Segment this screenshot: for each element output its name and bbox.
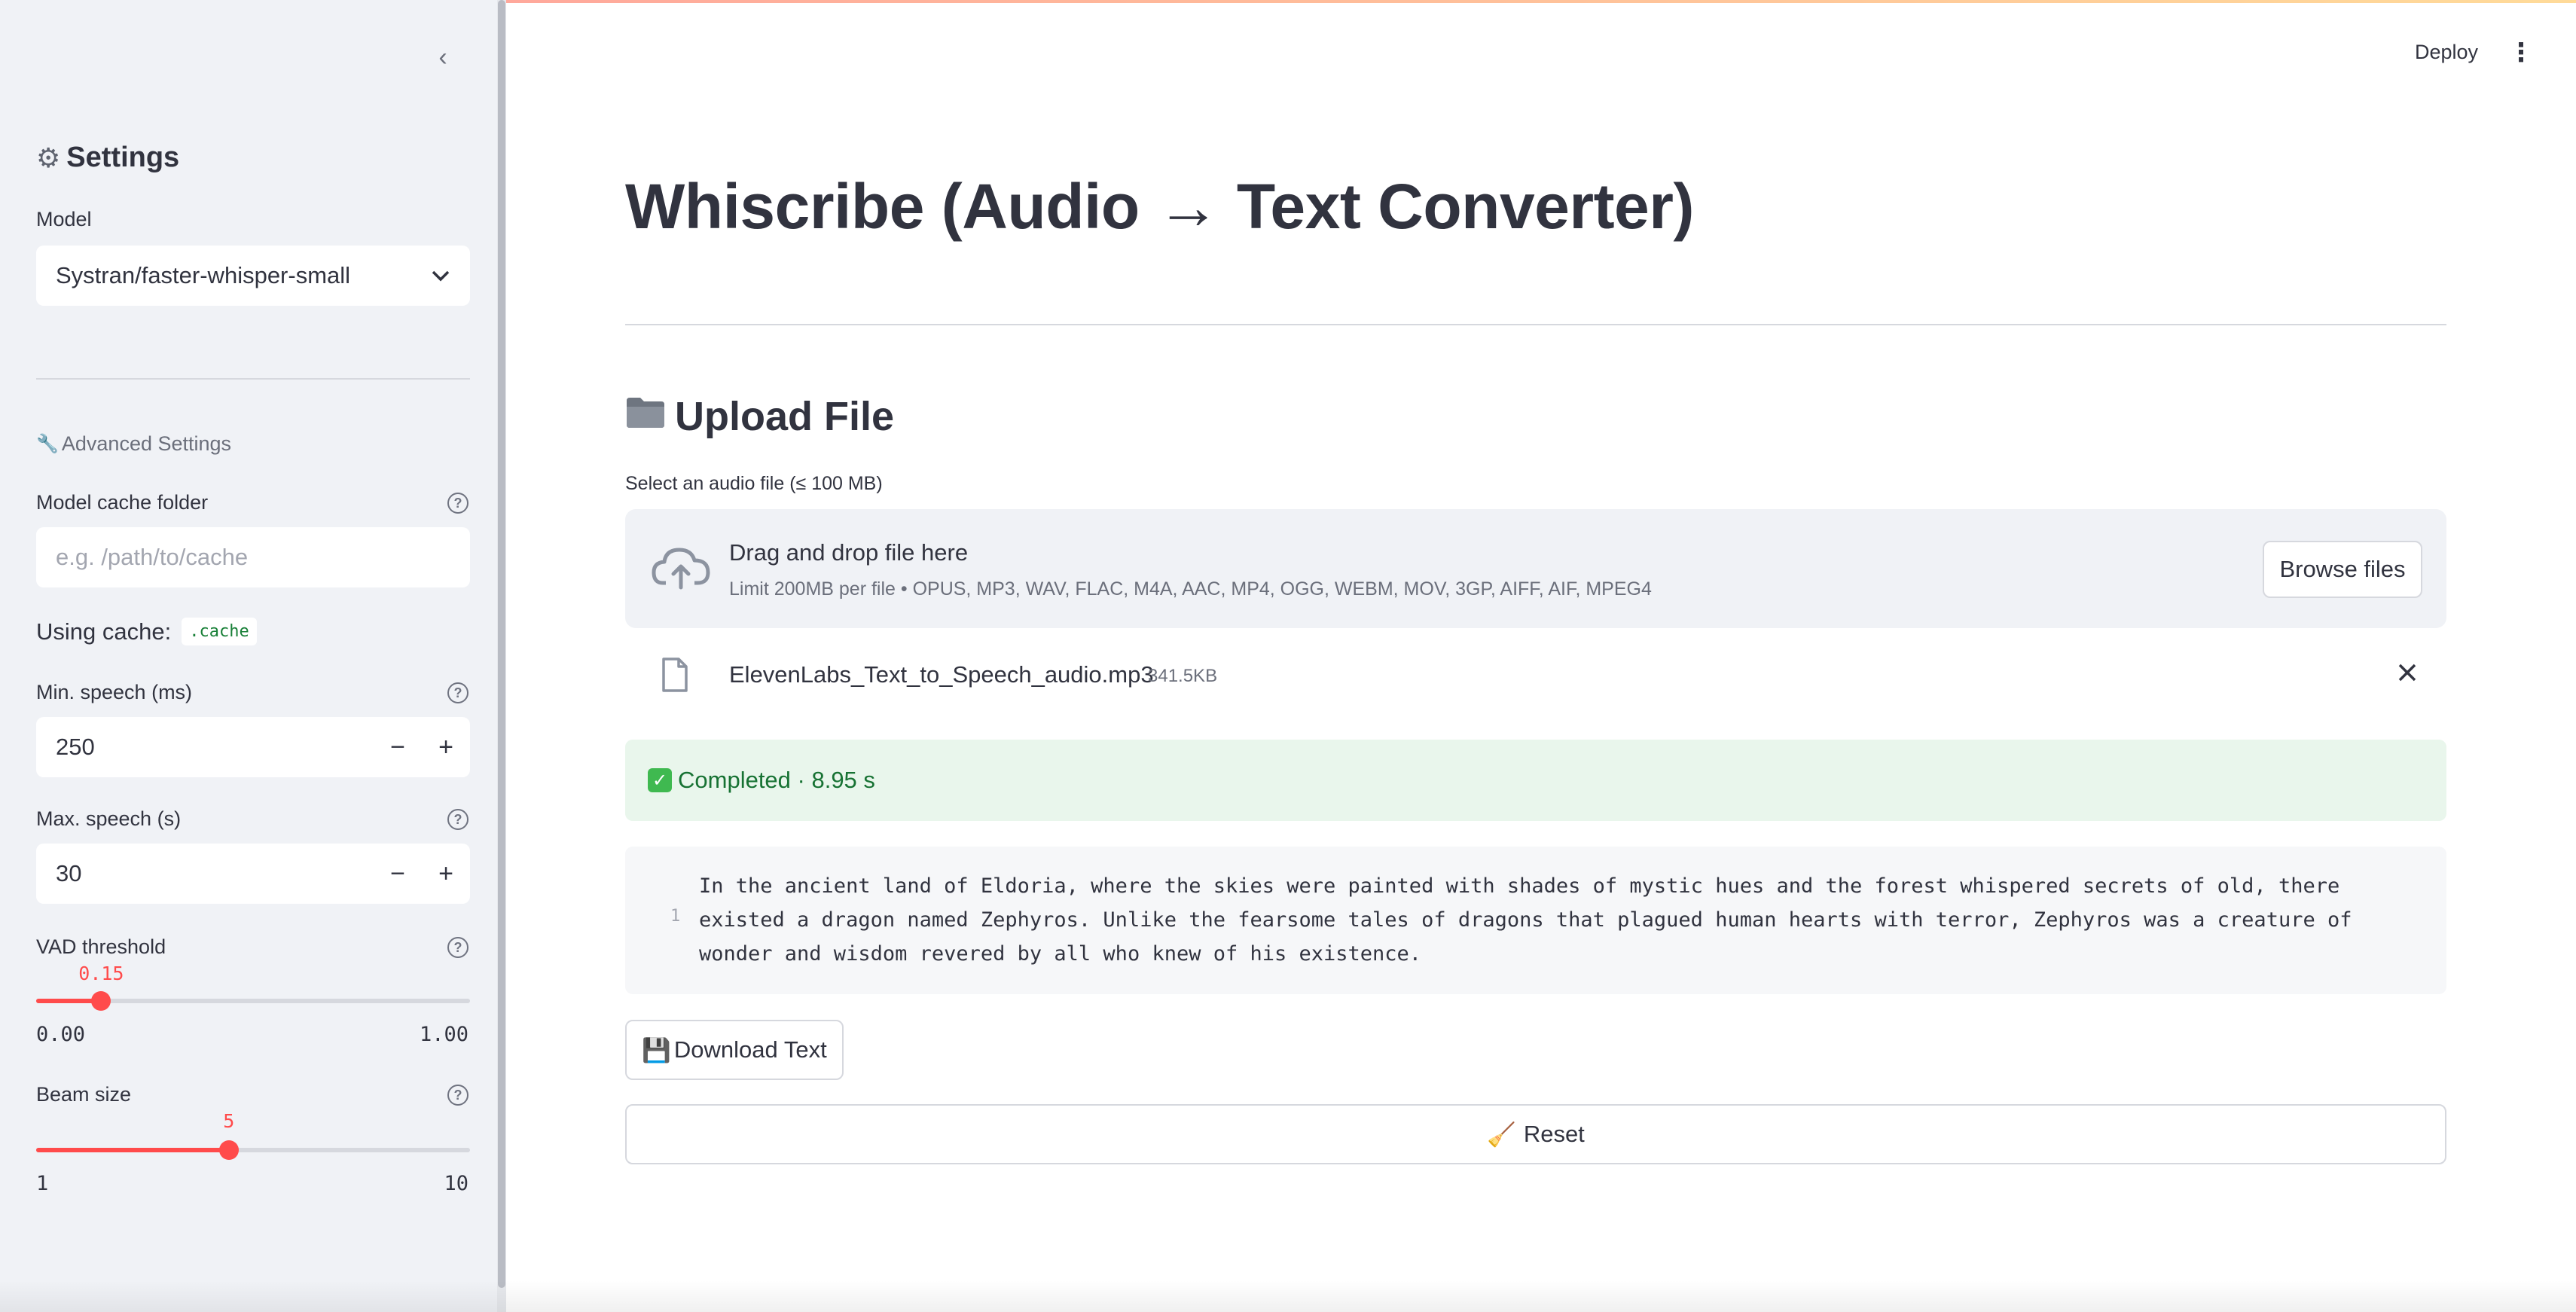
wrench-icon: 🔧	[36, 434, 59, 454]
check-icon: ✓	[648, 768, 672, 792]
sidebar-title-text: Settings	[66, 142, 180, 173]
help-icon[interactable]: ?	[447, 1085, 469, 1106]
model-select[interactable]: Systran/faster-whisper-small	[36, 246, 470, 306]
help-icon[interactable]: ?	[447, 493, 469, 514]
upload-label: Select an audio file (≤ 100 MB)	[625, 473, 883, 494]
beam-slider-handle[interactable]	[218, 1140, 239, 1160]
sidebar-title: ⚙ Settings	[36, 142, 179, 174]
vad-slider-handle[interactable]	[91, 991, 111, 1011]
min-speech-value[interactable]: 250	[36, 734, 374, 761]
chevron-down-icon	[431, 263, 450, 288]
vad-slider-value: 0.15	[78, 963, 124, 984]
floppy-disk-icon: 💾	[642, 1036, 671, 1063]
reset-button[interactable]: 🧹 Reset	[625, 1104, 2446, 1164]
line-number: 1	[670, 907, 681, 926]
kebab-menu-icon[interactable]: ⋮	[2508, 38, 2534, 68]
dropzone-subtitle: Limit 200MB per file • OPUS, MP3, WAV, F…	[729, 578, 1652, 600]
plus-icon[interactable]: +	[422, 859, 470, 889]
advanced-settings-label: Advanced Settings	[61, 432, 232, 455]
beam-slider-max: 10	[444, 1172, 469, 1195]
vad-slider[interactable]	[36, 991, 470, 1011]
page-title: Whiscribe (Audio → Text Converter)	[625, 171, 1694, 242]
title-divider	[625, 324, 2446, 325]
model-label: Model	[36, 208, 92, 230]
using-cache-info: Using cache: .cache	[36, 618, 257, 645]
sidebar-divider	[36, 378, 470, 380]
advanced-settings-heading: 🔧 Advanced Settings	[36, 432, 231, 456]
upload-heading: Upload File	[625, 393, 894, 440]
chevron-left-icon[interactable]: ‹	[429, 43, 456, 72]
vad-slider-min: 0.00	[36, 1023, 86, 1046]
max-speech-label: Max. speech (s)	[36, 807, 182, 830]
min-speech-input[interactable]: 250 − +	[36, 717, 470, 777]
file-dropzone[interactable]: Drag and drop file here Limit 200MB per …	[625, 509, 2446, 628]
deploy-button[interactable]: Deploy	[2415, 41, 2478, 64]
sidebar: ‹ ⚙ Settings Model Systran/faster-whispe…	[0, 0, 497, 1312]
broom-icon: 🧹	[1487, 1121, 1516, 1148]
cache-folder-label: Model cache folder	[36, 491, 209, 514]
beam-size-label: Beam size	[36, 1083, 132, 1106]
download-text-button[interactable]: 💾 Download Text	[625, 1020, 844, 1080]
status-success-alert: ✓ Completed · 8.95 s	[625, 740, 2446, 821]
beam-slider-fill	[36, 1148, 229, 1152]
help-icon[interactable]: ?	[447, 682, 469, 703]
download-text-label: Download Text	[673, 1036, 827, 1063]
sidebar-scrollbar-thumb[interactable]	[498, 0, 505, 1288]
bottom-shadow	[0, 1280, 2576, 1312]
uploaded-file-row: ElevenLabs_Text_to_Speech_audio.mp3 341.…	[625, 649, 2446, 702]
help-icon[interactable]: ?	[447, 937, 469, 958]
beam-slider-value: 5	[223, 1110, 235, 1132]
browse-files-button[interactable]: Browse files	[2263, 541, 2422, 598]
minus-icon[interactable]: −	[374, 859, 422, 889]
max-speech-input[interactable]: 30 − +	[36, 844, 470, 904]
vad-slider-max: 1.00	[419, 1023, 469, 1046]
reset-label: Reset	[1523, 1121, 1585, 1147]
using-cache-value: .cache	[182, 618, 257, 645]
cloud-upload-icon	[649, 539, 713, 595]
file-icon	[661, 657, 688, 693]
upload-heading-text: Upload File	[675, 394, 895, 439]
max-speech-value[interactable]: 30	[36, 860, 374, 887]
folder-icon	[625, 395, 666, 438]
close-icon[interactable]	[2397, 657, 2418, 691]
minus-icon[interactable]: −	[374, 733, 422, 762]
transcript-code-block[interactable]: 1 In the ancient land of Eldoria, where …	[625, 847, 2446, 994]
plus-icon[interactable]: +	[422, 733, 470, 762]
beam-slider[interactable]	[36, 1140, 470, 1160]
gear-icon: ⚙	[36, 142, 61, 173]
using-cache-label: Using cache:	[36, 618, 172, 645]
file-size: 341.5KB	[1148, 666, 1218, 686]
model-select-value: Systran/faster-whisper-small	[56, 262, 351, 288]
help-icon[interactable]: ?	[447, 809, 469, 830]
cache-folder-input[interactable]: e.g. /path/to/cache	[36, 527, 470, 587]
status-text: Completed · 8.95 s	[678, 767, 875, 793]
beam-slider-min: 1	[36, 1172, 49, 1195]
transcript-text: In the ancient land of Eldoria, where th…	[699, 874, 2352, 966]
file-name: ElevenLabs_Text_to_Speech_audio.mp3	[729, 661, 1154, 688]
vad-threshold-label: VAD threshold	[36, 935, 166, 958]
min-speech-label: Min. speech (ms)	[36, 681, 193, 703]
dropzone-title: Drag and drop file here	[729, 539, 969, 566]
